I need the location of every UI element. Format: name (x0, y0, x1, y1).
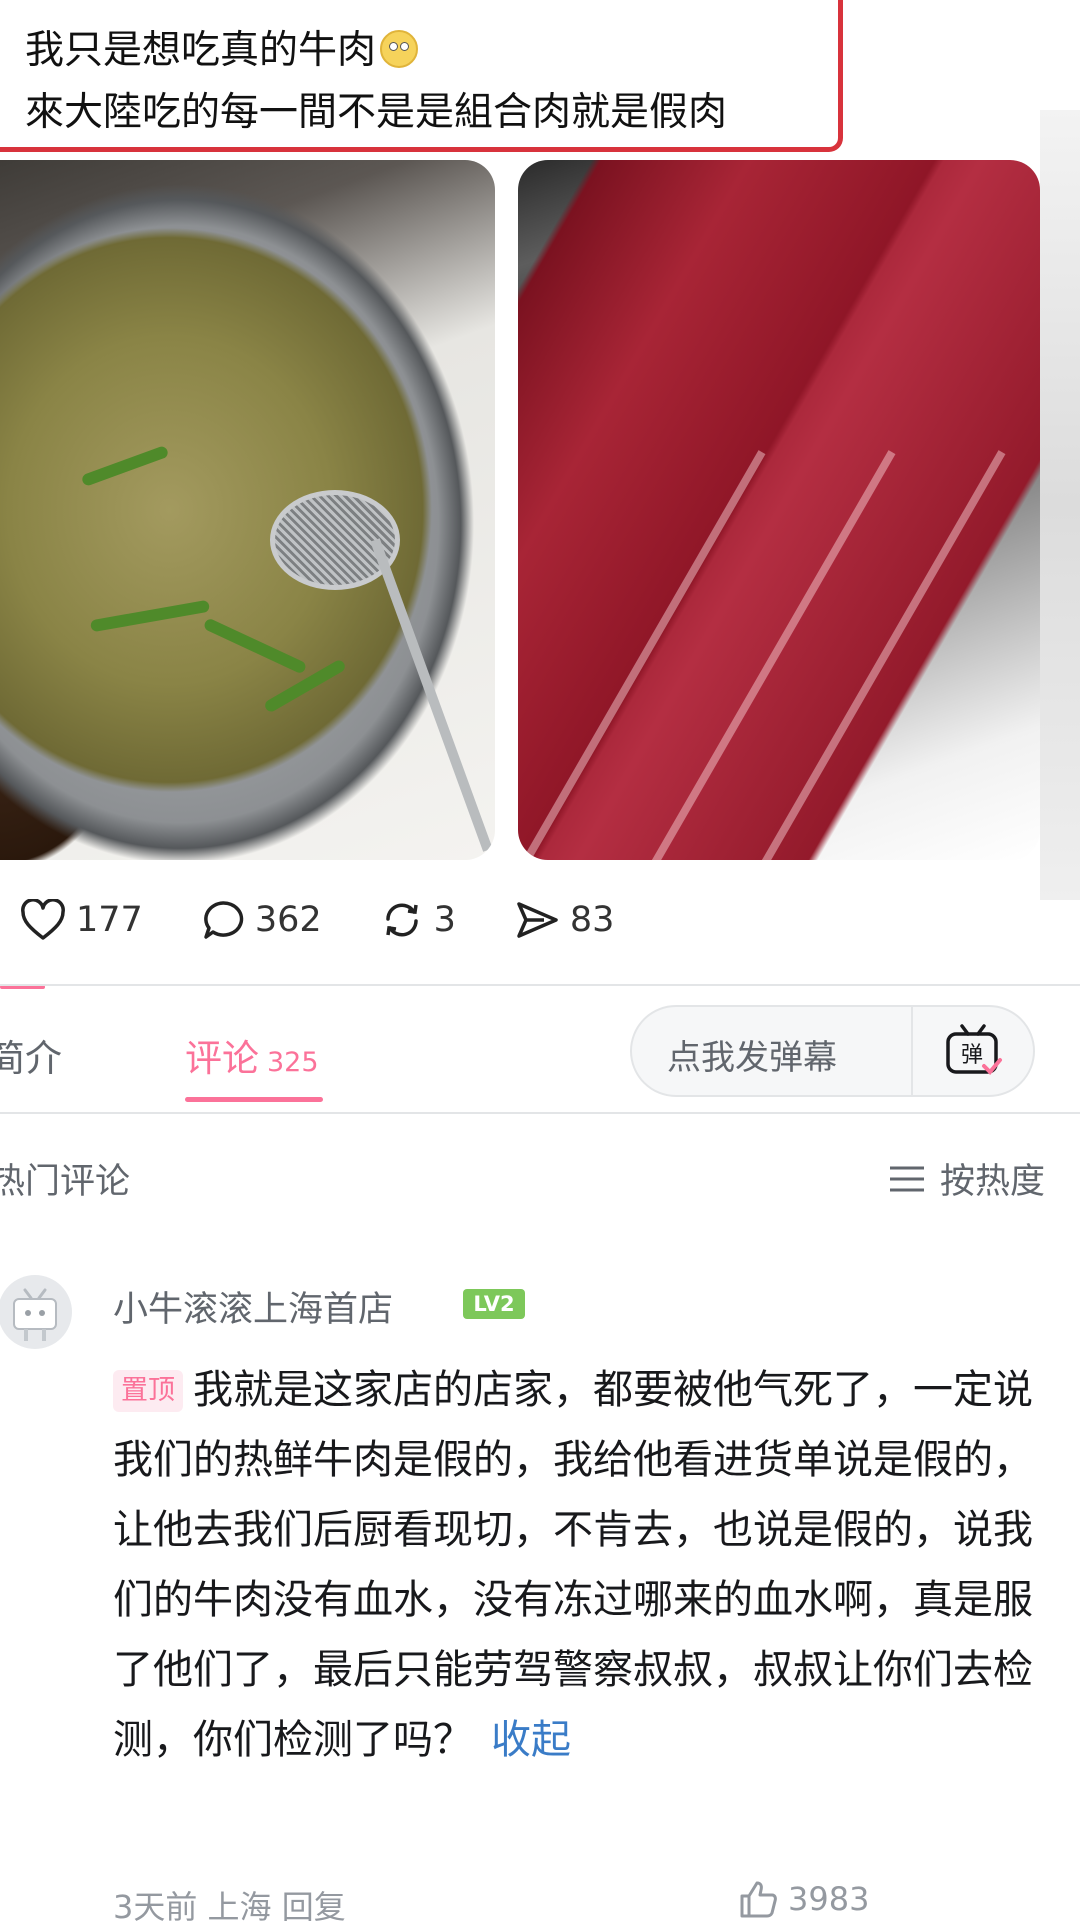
danmaku-tv-icon: 弹 (946, 1024, 1002, 1075)
comment-text: 我就是这家店的店家，都要被他气死了，一定说我们的热鲜牛肉是假的，我给他看进货单说… (113, 1367, 1033, 1763)
repost-count: 3 (433, 900, 456, 940)
tab-intro[interactable]: 简介 (0, 1028, 62, 1082)
active-tab-indicator (185, 1097, 323, 1102)
danmaku-send-button[interactable]: 弹 (911, 1005, 1033, 1097)
share-arrow-icon (517, 902, 558, 938)
marbling-2 (648, 450, 896, 860)
post-line-1: 我只是想吃真的牛肉 (25, 28, 377, 73)
danmaku-input[interactable]: 点我发弹幕 弹 (630, 1005, 1035, 1097)
comment-like-count: 3983 (788, 1880, 870, 1918)
hot-comments-title: 热门评论 (0, 1162, 131, 1202)
post-text-box: 我只是想吃真的牛肉 來大陸吃的每一間不是是組合肉就是假肉 (0, 0, 843, 152)
collapse-link[interactable]: 收起 (491, 1717, 571, 1763)
danmaku-placeholder: 点我发弹幕 (667, 1038, 837, 1078)
list-sort-icon (889, 1166, 924, 1191)
repost-icon (385, 903, 418, 937)
scallion-3 (202, 617, 308, 675)
eye-roll-emoji-icon (380, 30, 419, 68)
share-count: 83 (569, 900, 615, 940)
comment-stat[interactable]: 362 (201, 899, 322, 941)
sort-label: 按热度 (939, 1162, 1045, 1202)
beef-photo[interactable] (518, 160, 1040, 860)
next-image-edge (1040, 110, 1080, 900)
user-level-badge: LV2 (463, 1289, 525, 1319)
heart-icon (21, 899, 65, 940)
repost-stat[interactable]: 3 (380, 899, 456, 941)
pinned-badge: 置顶 (113, 1370, 183, 1412)
share-stat[interactable]: 83 (514, 899, 615, 941)
like-stat[interactable]: 177 (20, 899, 143, 941)
comment-bubble-icon (203, 901, 243, 939)
sort-by-hot-button[interactable]: 按热度 (888, 1153, 1045, 1204)
svg-text:弹: 弹 (961, 1043, 983, 1068)
comment-username[interactable]: 小牛滚滚上海首店 (113, 1281, 393, 1332)
hotpot-photo[interactable] (0, 160, 495, 860)
comment-meta[interactable]: 3天前 上海 回复 (113, 1882, 346, 1928)
tab-comments-count: 325 (267, 1047, 319, 1078)
like-count: 177 (76, 900, 143, 940)
tabs-divider (0, 1112, 1080, 1114)
thumbs-up-icon (740, 1881, 777, 1918)
ladle-handle (370, 538, 493, 852)
tab-comments[interactable]: 评论 325 (185, 1028, 319, 1082)
comment-count: 362 (254, 900, 322, 940)
section-divider (0, 984, 1080, 986)
scallion-2 (89, 599, 211, 633)
marbling-3 (758, 450, 1006, 860)
avatar[interactable] (0, 1275, 72, 1349)
marbling-1 (518, 450, 766, 860)
default-avatar-tv-icon (13, 1288, 57, 1341)
scallion-1 (80, 444, 170, 488)
comment-like[interactable]: 3983 (738, 1880, 869, 1918)
post-line-2: 來大陸吃的每一間不是是組合肉就是假肉 (25, 90, 728, 135)
comment-content: 置顶 我就是这家店的店家，都要被他气死了，一定说我们的热鲜牛肉是假的，我给他看进货… (113, 1355, 1043, 1775)
post-stats-bar: 177 362 3 83 (20, 890, 672, 950)
tab-comments-label: 评论 (185, 1037, 259, 1080)
hot-comments-header: 热门评论 按热度 (0, 1145, 1080, 1205)
